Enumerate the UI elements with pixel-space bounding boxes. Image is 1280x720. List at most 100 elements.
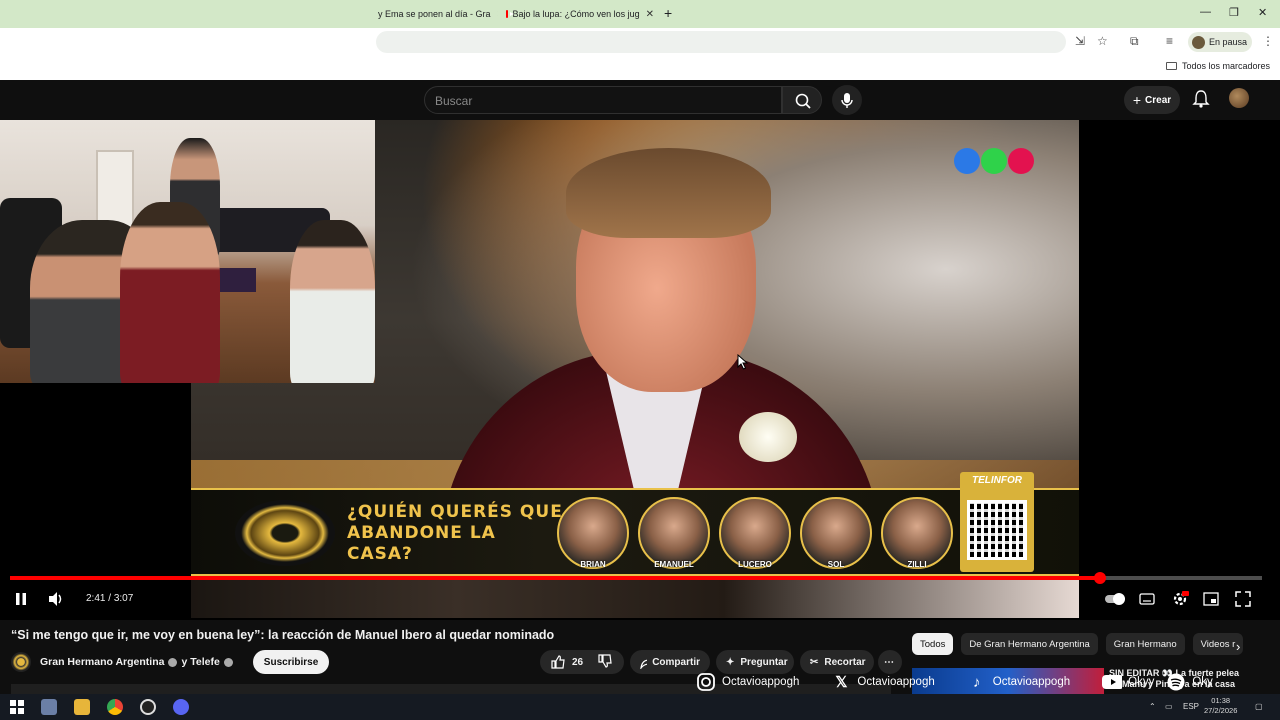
social-handle: Octavioappogh	[857, 676, 935, 688]
bookmark-star-icon[interactable]: ☆	[1097, 34, 1108, 48]
subscribe-button[interactable]: Suscribirse	[252, 650, 330, 674]
settings-button[interactable]	[1170, 590, 1190, 608]
tray-chevron-icon[interactable]: ⌃	[1149, 702, 1156, 711]
volume-icon	[49, 592, 62, 606]
like-button[interactable]: 26	[550, 654, 583, 670]
chip-all[interactable]: Todos	[912, 633, 954, 655]
qr-code	[967, 500, 1027, 560]
tab-label: Bajo la lupa: ¿Cómo ven los jug	[512, 9, 640, 19]
progress-bar[interactable]	[10, 572, 1262, 584]
address-bar	[0, 28, 1280, 54]
notification-center-icon[interactable]: ▢	[1255, 702, 1263, 711]
restore-icon[interactable]: ❐	[1229, 6, 1239, 19]
time-separator: /	[108, 593, 112, 604]
profile-status: En pausa	[1209, 37, 1248, 47]
create-button[interactable]: + Crear	[1124, 86, 1180, 114]
all-bookmarks-button[interactable]: Todos los marcadores	[1165, 61, 1270, 71]
system-clock[interactable]: 01:38 27/2/2026	[1204, 696, 1237, 716]
clock-date: 27/2/2026	[1204, 706, 1238, 715]
ask-label: Preguntar	[740, 656, 788, 668]
windows-start-icon[interactable]	[9, 699, 25, 715]
browser-tab-1[interactable]: y Ema se ponen al día - Gra ✕	[378, 4, 498, 24]
total-time: 3:07	[113, 593, 134, 604]
close-tab-icon[interactable]: ✕	[646, 9, 654, 20]
miniplayer-button[interactable]	[1202, 590, 1220, 608]
network-icon[interactable]: ▭	[1165, 702, 1173, 711]
volume-button[interactable]	[46, 590, 66, 608]
file-explorer-icon[interactable]	[74, 699, 90, 715]
chrome-icon[interactable]	[107, 699, 123, 715]
search-input[interactable]: Buscar	[424, 86, 782, 114]
banner-question: ¿QUIÉN QUERÉS QUE ABANDONE LA CASA?	[347, 502, 563, 564]
fullscreen-button[interactable]	[1234, 590, 1252, 608]
browser-tab-2[interactable]: Bajo la lupa: ¿Cómo ven los jug ✕	[506, 4, 654, 24]
channel-collab[interactable]: y Telefe	[181, 656, 219, 668]
close-window-icon[interactable]: ✕	[1258, 6, 1267, 19]
share-icon	[640, 659, 648, 669]
channel-avatar[interactable]	[11, 652, 31, 672]
search-button[interactable]	[782, 86, 822, 114]
autoplay-toggle[interactable]	[1104, 590, 1126, 608]
discord-icon[interactable]	[173, 699, 189, 715]
candidate-name: ZILLI	[907, 560, 927, 569]
clip-button[interactable]: ✂ Recortar	[800, 650, 874, 674]
new-tab-icon[interactable]: +	[664, 5, 672, 21]
chrome-menu-icon[interactable]: ⋮	[1262, 34, 1274, 48]
account-avatar[interactable]	[1229, 88, 1249, 108]
media-player-icon[interactable]	[41, 699, 57, 715]
progress-scrubber[interactable]	[1094, 572, 1107, 584]
scissors-icon: ✂	[810, 656, 819, 668]
progress-played	[10, 576, 1101, 580]
chip-from-channel[interactable]: De Gran Hermano Argentina	[961, 633, 1098, 655]
obs-icon[interactable]	[140, 699, 156, 715]
microphone-icon	[841, 93, 853, 108]
social-spotify: Oky	[1166, 672, 1213, 692]
input-language[interactable]: ESP	[1183, 702, 1199, 711]
candidate-name: SOL	[827, 560, 845, 569]
candidate-portrait: ZILLI	[881, 497, 953, 569]
voice-search-button[interactable]	[832, 85, 862, 115]
notifications-bell-icon[interactable]	[1192, 89, 1210, 109]
chevron-right-icon[interactable]: ›	[1236, 639, 1240, 654]
current-time: 2:41	[86, 593, 106, 604]
spotify-icon	[1166, 672, 1186, 692]
mouse-cursor-icon	[737, 354, 749, 370]
install-icon[interactable]: ⇲	[1075, 34, 1085, 48]
candidate-portrait: LUCERO	[719, 497, 791, 569]
share-button[interactable]: Compartir	[630, 650, 710, 674]
video-player[interactable]: ¿QUIÉN QUERÉS QUE ABANDONE LA CASA? BRIA…	[0, 120, 1280, 620]
streamer-socials-overlay: Octavioappogh 𝕏 Octavioappogh ♪ Octavioa…	[696, 672, 1213, 692]
dislike-button[interactable]	[597, 653, 613, 672]
more-actions-button[interactable]: ⋯	[878, 650, 902, 674]
sparkle-icon: ✦	[726, 656, 735, 668]
more-icon: ⋯	[884, 656, 894, 668]
like-dislike-group: 26	[540, 650, 624, 674]
pause-button[interactable]	[12, 590, 30, 608]
logo-dot	[954, 148, 980, 174]
share-label: Compartir	[652, 656, 700, 668]
browser-tabbar: y Ema se ponen al día - Gra ✕ Bajo la lu…	[0, 0, 1280, 28]
like-count: 26	[572, 656, 584, 668]
fullscreen-icon	[1235, 591, 1251, 607]
social-handle: Octavioappogh	[992, 676, 1071, 688]
profile-paused-button[interactable]: En pausa	[1188, 32, 1252, 52]
x-icon: 𝕏	[835, 674, 848, 691]
subtitles-button[interactable]	[1138, 590, 1156, 608]
boutonniere	[739, 412, 797, 462]
sponsor-qr-box: TELINFOR	[960, 472, 1034, 572]
omnibox[interactable]	[376, 31, 1066, 53]
screen: y Ema se ponen al día - Gra ✕ Bajo la lu…	[0, 0, 1280, 720]
miniplayer-icon	[1203, 592, 1219, 606]
minimize-icon[interactable]: —	[1200, 6, 1211, 18]
close-tab-icon[interactable]: ✕	[497, 9, 498, 20]
extensions-icon[interactable]: ⧉	[1130, 34, 1139, 49]
ask-button[interactable]: ✦ Preguntar	[716, 650, 794, 674]
chip-gran-hermano[interactable]: Gran Hermano	[1105, 633, 1185, 655]
media-control-icon[interactable]: ≡	[1166, 34, 1173, 48]
all-bookmarks-label: Todos los marcadores	[1181, 61, 1270, 71]
plus-icon: +	[1132, 92, 1142, 108]
logo-dot	[981, 148, 1007, 174]
logo-dot	[1008, 148, 1034, 174]
social-tiktok: ♪ Octavioappogh	[967, 672, 1070, 692]
channel-name[interactable]: Gran Hermano Argentina	[40, 656, 164, 668]
